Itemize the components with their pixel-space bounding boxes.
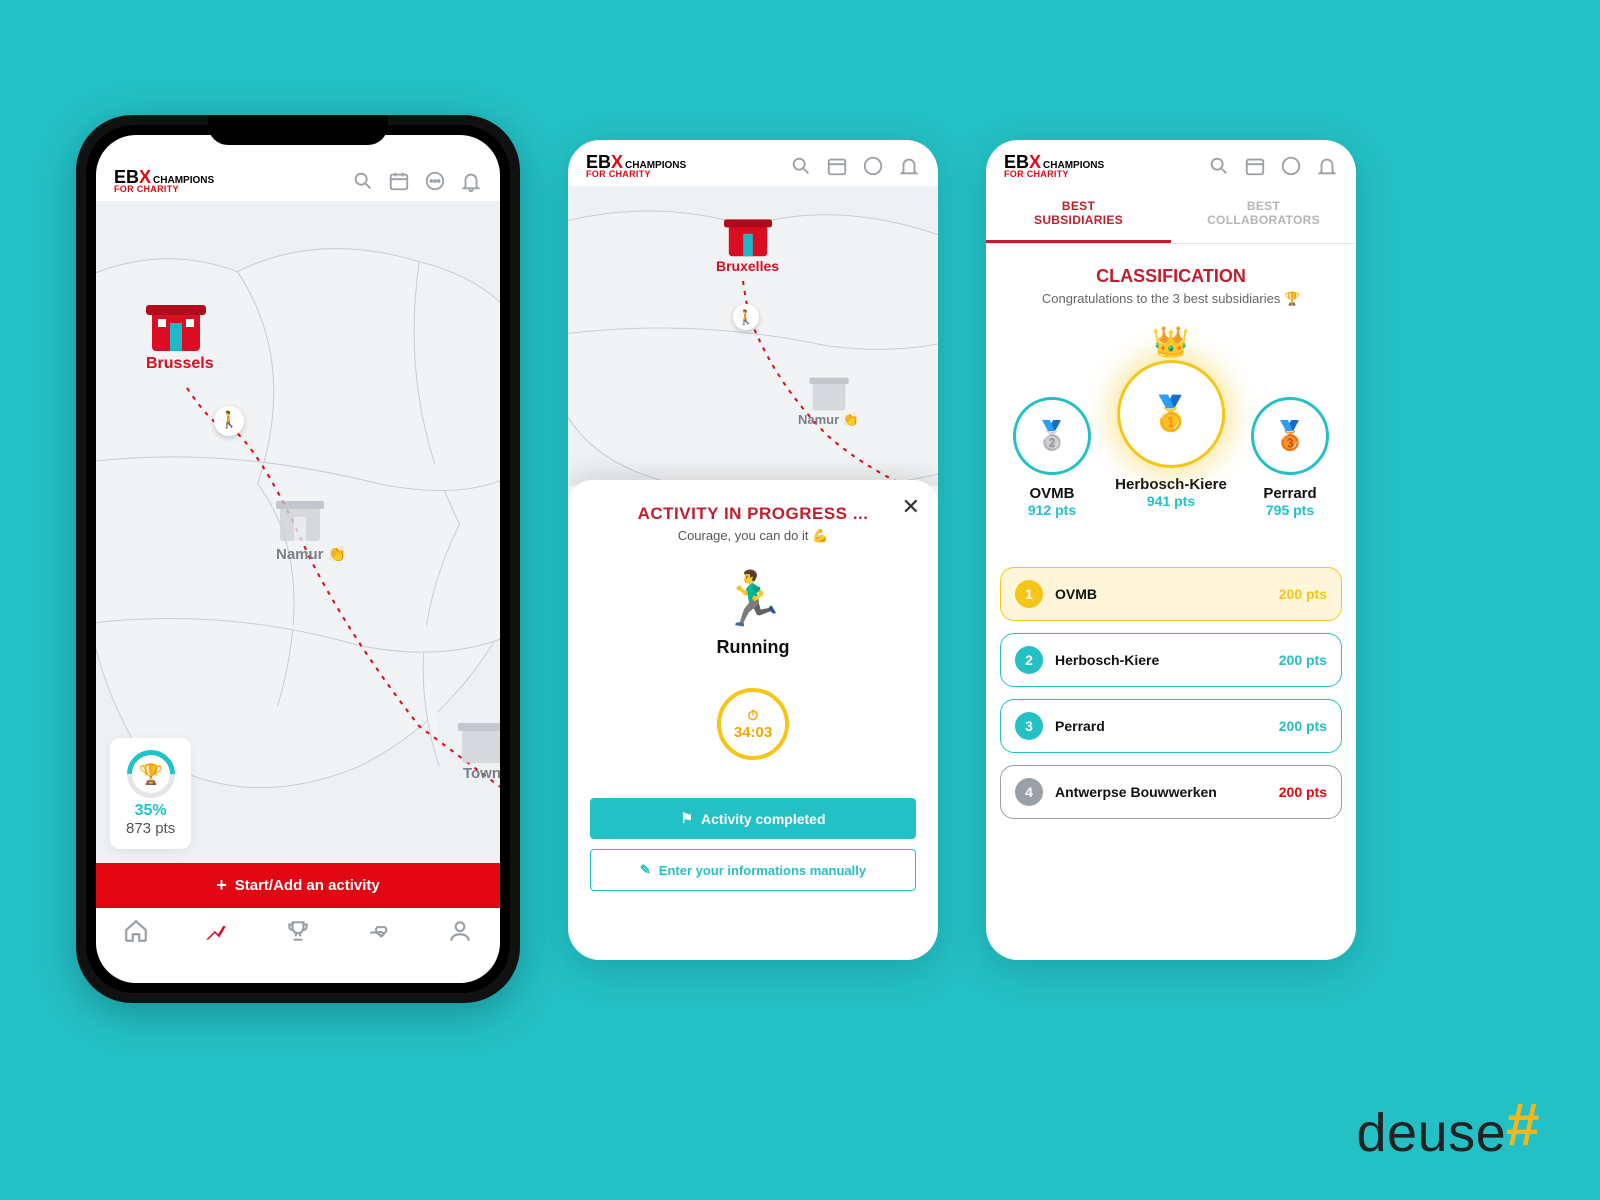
rank-number: 3 (1015, 712, 1043, 740)
podium-first-points: 941 pts (1115, 493, 1227, 509)
route-map[interactable]: Brussels 🚶 Namur 👏 Town 35% 873 pts (96, 201, 500, 863)
nav-home-icon[interactable] (123, 918, 149, 944)
ranking-tabs: BESTSUBSIDIARIES BESTCOLLABORATORS (986, 186, 1356, 244)
app-logo: EBXCHAMPIONS FOR CHARITY (586, 154, 686, 178)
nav-profile-icon[interactable] (447, 918, 473, 944)
timer-value: 34:03 (734, 724, 772, 741)
ranking-row[interactable]: 2 Herbosch-Kiere 200 pts (1000, 633, 1342, 687)
ranking-row[interactable]: 1 OVMB 200 pts (1000, 567, 1342, 621)
plus-icon: + (216, 875, 227, 896)
rank-name: Perrard (1055, 718, 1267, 734)
running-icon: 🏃‍♂️ (590, 568, 916, 631)
activity-modal-subtitle: Courage, you can do it 💪 (590, 528, 916, 544)
city-mid-label: Namur (276, 546, 324, 563)
city-mid-marker: Namur 👏 (798, 376, 859, 428)
app-logo: EBXCHAMPIONS FOR CHARITY (114, 169, 214, 193)
rank-name: Antwerpse Bouwwerken (1055, 784, 1267, 800)
activity-name: Running (590, 637, 916, 658)
rank-name: OVMB (1055, 586, 1267, 602)
city-start-marker: Bruxelles (716, 216, 779, 274)
rank-number: 1 (1015, 580, 1043, 608)
calendar-icon[interactable] (826, 155, 848, 177)
activity-modal: ✕ ACTIVITY IN PROGRESS ... Courage, you … (568, 480, 938, 960)
activity-timer: ⏱ 34:03 (717, 688, 789, 760)
calendar-icon[interactable] (388, 170, 410, 192)
city-end-marker: Town (458, 721, 500, 782)
rank-points: 200 pts (1279, 718, 1327, 734)
start-activity-button[interactable]: + Start/Add an activity (96, 863, 500, 908)
podium: 👑 🥇 Herbosch-Kiere 941 pts 🥈 OVMB 912 pt… (996, 325, 1346, 555)
nav-charity-icon[interactable] (366, 918, 392, 944)
city-end-label: Town (458, 765, 500, 782)
podium-second[interactable]: 🥈 (1013, 397, 1091, 475)
rank-number: 4 (1015, 778, 1043, 806)
nav-trophy-icon[interactable] (285, 918, 311, 944)
rank-name: Herbosch-Kiere (1055, 652, 1267, 668)
podium-third[interactable]: 🥉 (1251, 397, 1329, 475)
podium-first[interactable]: 🥇 (1117, 360, 1225, 468)
close-icon[interactable]: ✕ (902, 494, 920, 520)
classification-subtitle: Congratulations to the 3 best subsidiari… (1006, 291, 1336, 307)
bell-icon[interactable] (1316, 155, 1338, 177)
bell-icon[interactable] (460, 170, 482, 192)
crown-icon: 👑 (1115, 325, 1227, 360)
app-header: EBXCHAMPIONS FOR CHARITY (568, 140, 938, 186)
city-start-label: Brussels (146, 355, 214, 373)
progress-points: 873 pts (126, 820, 175, 837)
nav-activity-icon[interactable] (204, 918, 230, 944)
podium-third-name: Perrard (1240, 485, 1340, 502)
ranking-list: 1 OVMB 200 pts 2 Herbosch-Kiere 200 pts 3 Perra… (986, 561, 1356, 835)
stopwatch-icon: ⏱ (748, 707, 759, 724)
chat-icon[interactable] (424, 170, 446, 192)
search-icon[interactable] (1208, 155, 1230, 177)
tab-collaborators[interactable]: BESTCOLLABORATORS (1171, 186, 1356, 243)
bell-icon[interactable] (898, 155, 920, 177)
bottom-nav (96, 908, 500, 960)
podium-first-name: Herbosch-Kiere (1115, 476, 1227, 493)
city-start-marker: Brussels (146, 301, 214, 373)
progress-ring-icon (117, 740, 185, 808)
brand-deuse: deuse# (1356, 1090, 1540, 1164)
progress-percent: 35% (126, 802, 175, 820)
chat-icon[interactable] (1280, 155, 1302, 177)
route-map[interactable]: Bruxelles 🚶 Namur 👏 (568, 186, 938, 486)
progress-card[interactable]: 35% 873 pts (110, 738, 191, 849)
calendar-icon[interactable] (1244, 155, 1266, 177)
podium-second-name: OVMB (1002, 485, 1102, 502)
activity-modal-title: ACTIVITY IN PROGRESS ... (590, 504, 916, 524)
city-start-label: Bruxelles (716, 258, 779, 274)
rank-points: 200 pts (1279, 586, 1327, 602)
ranking-row[interactable]: 4 Antwerpse Bouwwerken 200 pts (1000, 765, 1342, 819)
rank-number: 2 (1015, 646, 1043, 674)
app-logo: EBXCHAMPIONS FOR CHARITY (1004, 154, 1104, 178)
search-icon[interactable] (790, 155, 812, 177)
manual-entry-button[interactable]: ✎ Enter your informations manually (590, 849, 916, 891)
search-icon[interactable] (352, 170, 374, 192)
city-mid-marker: Namur 👏 (276, 499, 346, 563)
city-mid-label: Namur (798, 412, 839, 427)
rank-points: 200 pts (1279, 784, 1327, 800)
classification-title: CLASSIFICATION (986, 266, 1356, 287)
complete-activity-button[interactable]: ⚑ Activity completed (590, 798, 916, 839)
tab-subsidiaries[interactable]: BESTSUBSIDIARIES (986, 186, 1171, 243)
pen-icon: ✎ (640, 862, 651, 878)
chat-icon[interactable] (862, 155, 884, 177)
ranking-row[interactable]: 3 Perrard 200 pts (1000, 699, 1342, 753)
app-header: EBXCHAMPIONS FOR CHARITY (986, 140, 1356, 186)
podium-third-points: 795 pts (1240, 502, 1340, 518)
flag-icon: ⚑ (680, 810, 693, 827)
rank-points: 200 pts (1279, 652, 1327, 668)
podium-second-points: 912 pts (1002, 502, 1102, 518)
